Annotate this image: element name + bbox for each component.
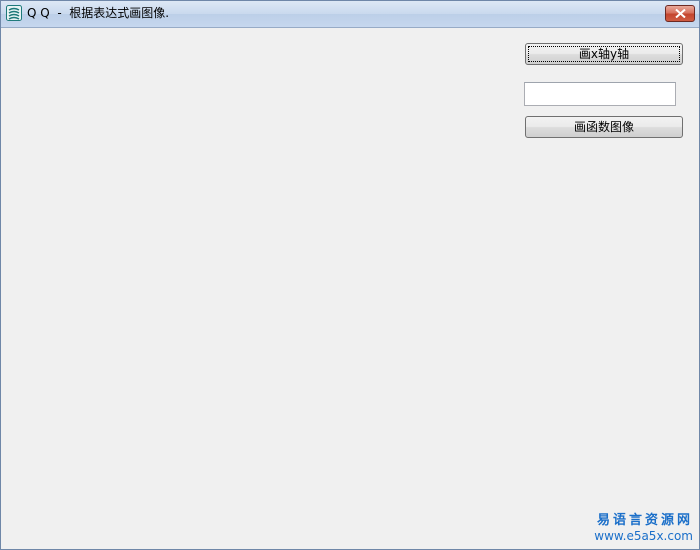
close-button[interactable] (665, 5, 695, 22)
watermark-url: www.e5a5x.com (594, 529, 693, 543)
watermark: 易语言资源网 www.e5a5x.com (594, 513, 693, 544)
app-window: Q Q - 根据表达式画图像. 画x轴y轴 画函数图像 易语言资源网 www.e… (0, 0, 700, 550)
expression-input[interactable] (524, 82, 676, 106)
draw-function-button[interactable]: 画函数图像 (525, 116, 683, 138)
draw-axes-button[interactable]: 画x轴y轴 (525, 43, 683, 65)
window-title: Q Q - 根据表达式画图像. (27, 6, 170, 20)
client-area: 画x轴y轴 画函数图像 (2, 28, 698, 548)
app-logo-icon (6, 5, 22, 21)
watermark-site-name: 易语言资源网 (596, 513, 693, 528)
close-icon (675, 9, 686, 18)
title-bar[interactable]: Q Q - 根据表达式画图像. (1, 1, 699, 28)
